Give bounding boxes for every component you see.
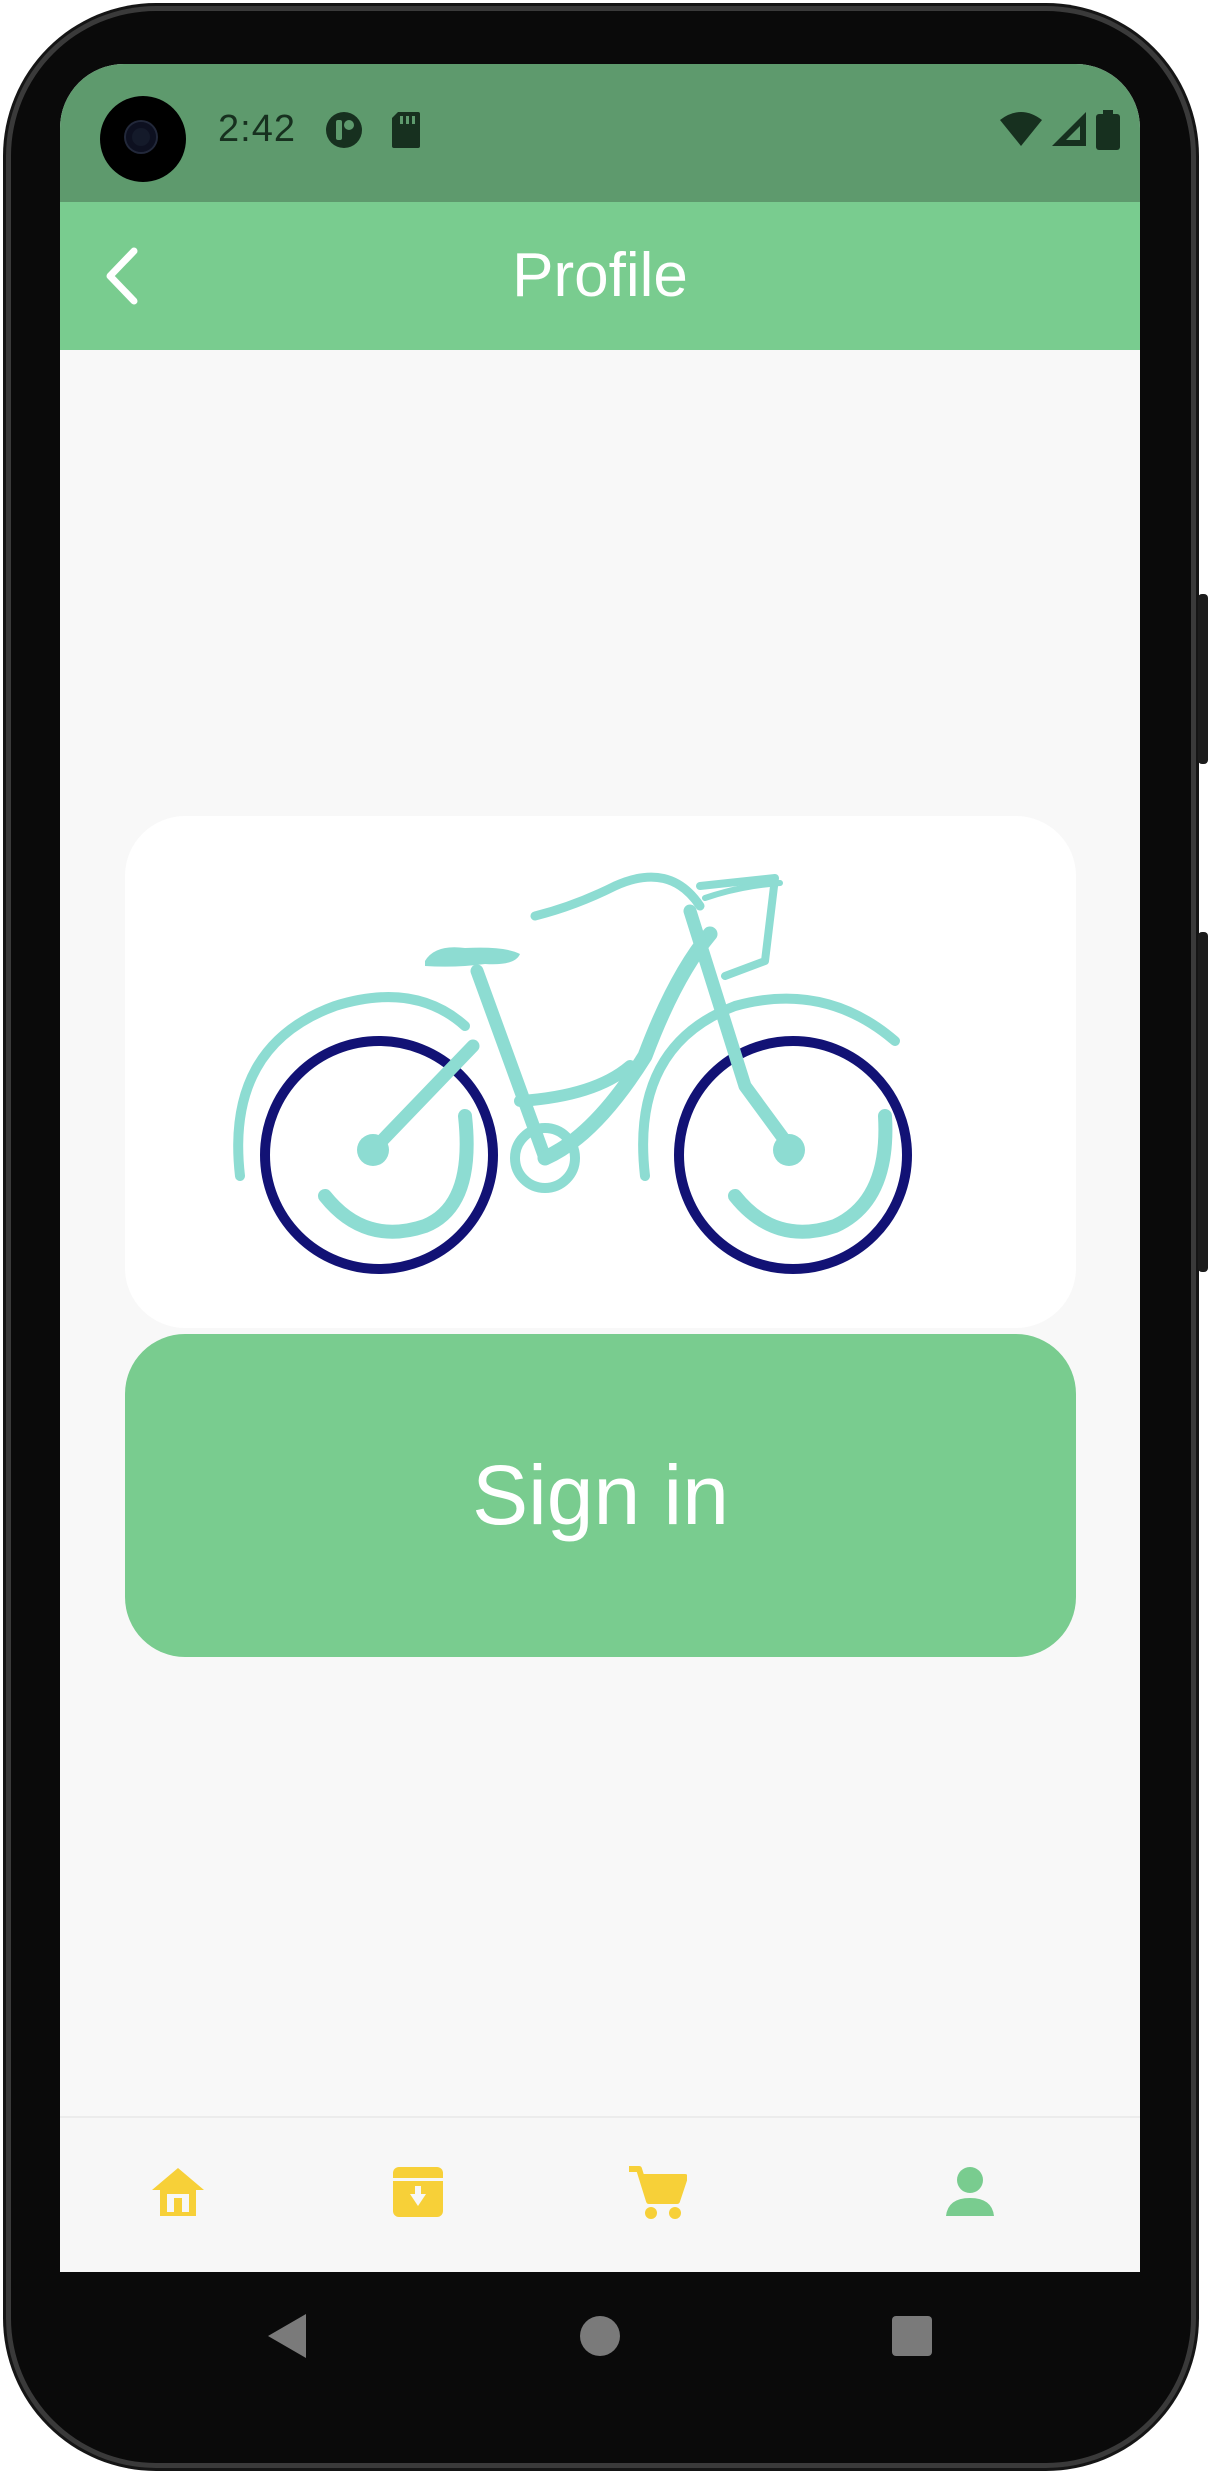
- nav-home[interactable]: [142, 2158, 214, 2230]
- status-time: 2:42: [218, 108, 296, 150]
- system-home-button[interactable]: [574, 2312, 626, 2364]
- system-back-button[interactable]: [262, 2312, 314, 2364]
- wifi-icon: [998, 110, 1044, 153]
- power-button: [1198, 594, 1208, 764]
- system-nav-bar: [60, 2272, 1140, 2402]
- screen: 2:42 Profile Sign in: [60, 64, 1140, 2272]
- recents-square-icon: [890, 2314, 934, 2363]
- volume-button: [1198, 932, 1208, 1272]
- sd-card-icon: [390, 110, 422, 155]
- bottom-nav: [60, 2116, 1140, 2272]
- status-bar: 2:42: [60, 64, 1140, 202]
- cart-icon: [625, 2163, 688, 2226]
- nav-archive[interactable]: [382, 2158, 454, 2230]
- nav-cart[interactable]: [620, 2158, 692, 2230]
- sync-app-icon: [324, 110, 364, 155]
- home-circle-icon: [578, 2314, 622, 2363]
- sign-in-button[interactable]: Sign in: [125, 1334, 1076, 1657]
- back-triangle-icon: [266, 2312, 310, 2365]
- front-camera: [100, 96, 186, 182]
- home-icon: [148, 2164, 208, 2225]
- bicycle-logo: [233, 872, 912, 1274]
- person-icon: [942, 2164, 998, 2225]
- nav-profile[interactable]: [934, 2158, 1006, 2230]
- battery-icon: [1096, 110, 1120, 155]
- signal-icon: [1050, 110, 1088, 153]
- archive-download-icon: [390, 2164, 446, 2225]
- page-title: Profile: [512, 241, 688, 310]
- system-recents-button[interactable]: [886, 2312, 938, 2364]
- bicycle-logo-card: [125, 816, 1076, 1328]
- app-bar: Profile: [60, 202, 1140, 350]
